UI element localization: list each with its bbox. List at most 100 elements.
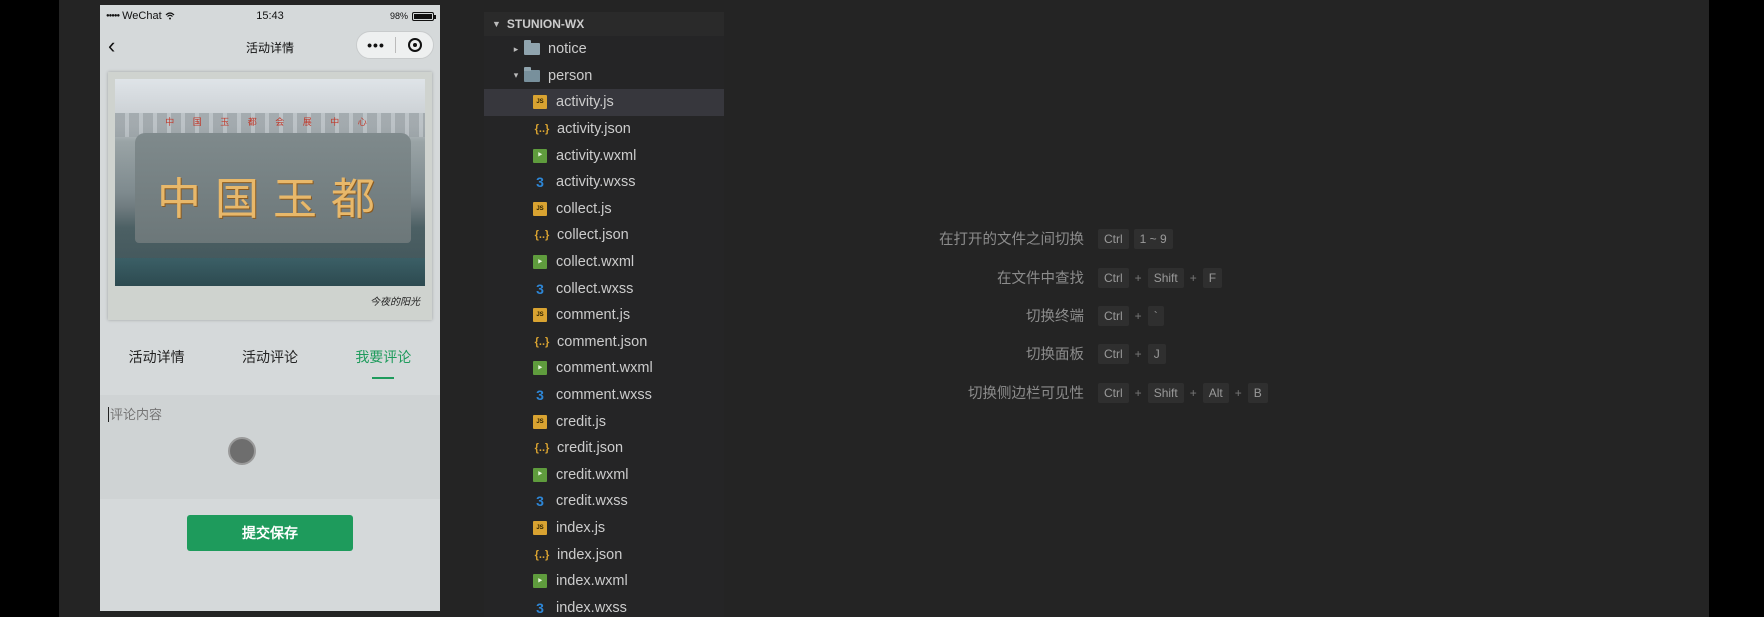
json-file-icon: {..} bbox=[534, 229, 550, 242]
key-plus: + bbox=[1134, 270, 1142, 285]
tree-item-label: collect.js bbox=[556, 200, 612, 217]
activity-image: 中 国 玉 都 会 展 中 心 中国玉都 今夜的阳光 bbox=[108, 72, 432, 320]
phone-simulator: ●●●●● WeChat 15:43 98% ‹ 活动详情 ••• 中 国 玉 … bbox=[100, 5, 440, 611]
tree-folder[interactable]: ▸ notice bbox=[484, 36, 724, 63]
menu-capsule: ••• bbox=[356, 31, 434, 59]
shortcut-label: 在打开的文件之间切换 bbox=[939, 232, 1084, 248]
tree-item-label: comment.json bbox=[557, 333, 648, 350]
wxss-file-icon: 3 bbox=[536, 280, 544, 297]
key-plus: + bbox=[1134, 308, 1142, 323]
more-button[interactable]: ••• bbox=[357, 37, 395, 53]
js-file-icon: JS bbox=[533, 95, 547, 110]
js-file-icon: JS bbox=[533, 308, 547, 323]
tree-file[interactable]: ‣ index.wxml bbox=[484, 568, 724, 595]
tree-item-label: index.js bbox=[556, 519, 606, 536]
tab-write-comment[interactable]: 我要评论 bbox=[355, 347, 411, 371]
tree-item-label: activity.js bbox=[556, 94, 614, 111]
shortcut-row: 切换面板 Ctrl + J bbox=[912, 343, 1166, 364]
building-sign: 中 国 玉 都 会 展 中 心 bbox=[165, 117, 375, 127]
keycap: Ctrl bbox=[1098, 228, 1129, 249]
tree-file[interactable]: 3 credit.wxss bbox=[484, 488, 724, 515]
tree-item-label: activity.wxml bbox=[556, 147, 637, 164]
tree-file[interactable]: ‣ comment.wxml bbox=[484, 355, 724, 382]
key-plus: + bbox=[1134, 385, 1142, 400]
keycap: B bbox=[1247, 382, 1268, 403]
file-tree: ▸ notice ▾ person JS activity.js {..} activity.… bbox=[484, 36, 724, 617]
tab-bar: 活动详情 活动评论 我要评论 bbox=[100, 325, 440, 393]
tree-file[interactable]: JS collect.js bbox=[484, 196, 724, 223]
tree-file[interactable]: 3 index.wxss bbox=[484, 594, 724, 617]
keycap: Shift bbox=[1147, 267, 1184, 288]
tree-file[interactable]: ‣ credit.wxml bbox=[484, 462, 724, 489]
tree-file[interactable]: {..} collect.json bbox=[484, 222, 724, 249]
caret-down-icon: ▼ bbox=[492, 19, 501, 29]
tree-item-label: credit.wxss bbox=[556, 493, 628, 510]
tree-file[interactable]: 3 comment.wxss bbox=[484, 382, 724, 409]
close-button[interactable] bbox=[396, 38, 433, 52]
tree-item-label: person bbox=[548, 67, 593, 84]
wxml-file-icon: ‣ bbox=[533, 148, 547, 163]
keycap: Ctrl bbox=[1098, 343, 1129, 364]
wxss-file-icon: 3 bbox=[536, 599, 544, 616]
caret-right-icon[interactable]: ▸ bbox=[508, 44, 524, 55]
shortcut-label: 切换侧边栏可见性 bbox=[968, 386, 1084, 402]
shortcut-row: 切换侧边栏可见性 Ctrl + Shift + Alt + B bbox=[912, 382, 1268, 403]
tree-file[interactable]: JS credit.js bbox=[484, 408, 724, 435]
tree-file[interactable]: 3 collect.wxss bbox=[484, 275, 724, 302]
tree-item-label: comment.wxss bbox=[556, 387, 652, 404]
explorer-header[interactable]: ▼ STUNION-WX bbox=[484, 12, 724, 36]
tab-activity-details[interactable]: 活动详情 bbox=[129, 347, 185, 371]
wxml-file-icon: ‣ bbox=[533, 361, 547, 376]
key-plus: + bbox=[1234, 385, 1242, 400]
key-plus: + bbox=[1189, 270, 1197, 285]
tree-item-label: comment.js bbox=[556, 307, 631, 324]
tree-file[interactable]: {..} comment.json bbox=[484, 329, 724, 356]
keycap: Alt bbox=[1202, 382, 1229, 403]
shortcut-label: 切换面板 bbox=[1026, 347, 1084, 363]
comment-input[interactable] bbox=[108, 407, 410, 422]
keycap: F bbox=[1202, 267, 1223, 288]
keycap: 1 ~ 9 bbox=[1133, 228, 1173, 249]
wxml-file-icon: ‣ bbox=[533, 574, 547, 589]
tree-file[interactable]: JS comment.js bbox=[484, 302, 724, 329]
tree-file[interactable]: {..} activity.json bbox=[484, 116, 724, 143]
battery-fill bbox=[414, 13, 432, 19]
wxml-file-icon: ‣ bbox=[533, 467, 547, 482]
file-explorer: ▼ STUNION-WX ▸ notice ▾ person JS activity.js… bbox=[484, 12, 724, 617]
keycap: J bbox=[1147, 343, 1166, 364]
folder-open-icon bbox=[524, 66, 540, 82]
folder-icon bbox=[524, 40, 540, 56]
tree-file[interactable]: ‣ activity.wxml bbox=[484, 142, 724, 169]
nav-bar: ‹ 活动详情 ••• bbox=[100, 27, 440, 65]
js-file-icon: JS bbox=[533, 201, 547, 216]
battery-icon bbox=[412, 11, 436, 21]
shortcut-row: 切换终端 Ctrl + ` bbox=[912, 305, 1164, 326]
js-file-icon: JS bbox=[533, 520, 547, 535]
key-plus: + bbox=[1134, 346, 1142, 361]
tree-file[interactable]: ‣ collect.wxml bbox=[484, 249, 724, 276]
tree-file[interactable]: {..} credit.json bbox=[484, 435, 724, 462]
devtools-window: ●●●●● WeChat 15:43 98% ‹ 活动详情 ••• 中 国 玉 … bbox=[59, 0, 1709, 617]
status-bar: ●●●●● WeChat 15:43 98% bbox=[100, 5, 440, 27]
tree-file[interactable]: JS index.js bbox=[484, 515, 724, 542]
tree-file[interactable]: JS activity.js bbox=[484, 89, 724, 116]
tab-activity-comments[interactable]: 活动评论 bbox=[242, 347, 298, 371]
shortcut-label: 切换终端 bbox=[1026, 309, 1084, 325]
tree-folder[interactable]: ▾ person bbox=[484, 63, 724, 90]
json-file-icon: {..} bbox=[534, 548, 550, 561]
tree-file[interactable]: {..} index.json bbox=[484, 541, 724, 568]
right-letterbox bbox=[1709, 0, 1764, 617]
json-file-icon: {..} bbox=[534, 442, 550, 455]
tree-item-label: index.json bbox=[557, 546, 623, 563]
keycap: Ctrl bbox=[1098, 305, 1129, 326]
tree-item-label: activity.wxss bbox=[556, 174, 636, 191]
caret-down-icon[interactable]: ▾ bbox=[508, 70, 524, 81]
tree-item-label: comment.wxml bbox=[556, 360, 653, 377]
tree-item-label: index.wxss bbox=[556, 599, 627, 616]
keycap: Ctrl bbox=[1098, 267, 1129, 288]
water bbox=[115, 258, 425, 286]
submit-save-button[interactable]: 提交保存 bbox=[187, 515, 353, 551]
project-title: STUNION-WX bbox=[506, 17, 585, 31]
json-file-icon: {..} bbox=[534, 123, 550, 136]
tree-file[interactable]: 3 activity.wxss bbox=[484, 169, 724, 196]
